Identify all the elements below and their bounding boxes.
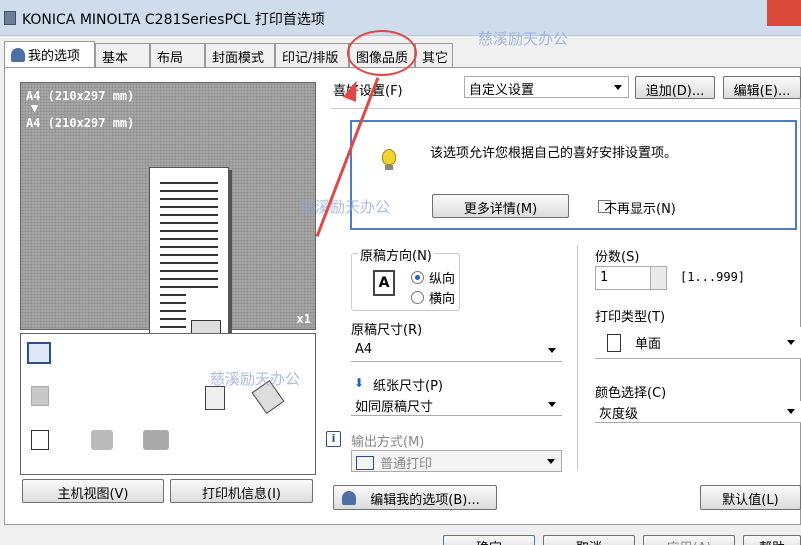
add-button[interactable]: 追加(D)...	[635, 76, 715, 99]
preview-arrow: ▼	[31, 101, 39, 115]
print-type-label: 打印类型(T)	[595, 310, 666, 325]
tab-layout[interactable]: 布局	[150, 43, 205, 68]
printer-device-icon	[27, 342, 51, 364]
user-group-icon	[91, 430, 113, 450]
status-icon-panel	[20, 333, 316, 475]
ok-button[interactable]: 确定	[443, 535, 535, 545]
more-details-button[interactable]: 更多详情(M)	[432, 194, 569, 218]
portrait-radio[interactable]	[411, 271, 424, 284]
print-type-value: 单面	[635, 337, 662, 352]
spin-down-icon[interactable]	[650, 278, 666, 289]
chevron-down-icon	[787, 340, 795, 345]
orientation-label: 原稿方向(N)	[358, 245, 434, 264]
highlight-circle	[347, 30, 417, 76]
copies-spinner[interactable]: 1	[595, 266, 667, 290]
tab-label: 我的选项	[28, 49, 81, 64]
printer-info-button[interactable]: 打印机信息(I)	[170, 479, 313, 503]
user-icon	[11, 48, 25, 62]
printer-app-icon	[4, 11, 16, 25]
edit-my-options-label: 编辑我的选项(B)...	[370, 493, 480, 508]
watermark-text: 慈溪励天办公	[210, 370, 301, 388]
copy-count-indicator: x1	[296, 312, 311, 326]
tab-label: 基本	[102, 51, 129, 66]
spin-up-icon[interactable]	[650, 267, 666, 278]
paper-size-select[interactable]: 如同原稿尺寸	[351, 394, 562, 416]
color-label: 颜色选择(C)	[595, 386, 667, 401]
stapled-document-icon	[205, 386, 225, 410]
tab-cover-mode[interactable]: 封面模式	[205, 43, 275, 68]
preview-output-size: A4 (210x297 mm)	[26, 116, 135, 130]
edit-my-options-button[interactable]: 编辑我的选项(B)...	[333, 485, 497, 510]
favorites-select-value: 自定义设置	[469, 83, 535, 98]
lightbulb-icon	[382, 149, 396, 165]
tab-other[interactable]: 其它	[415, 43, 453, 68]
tab-my-options[interactable]: 我的选项	[4, 41, 95, 68]
paper-size-label: 纸张尺寸(P)	[373, 379, 443, 394]
watermark-text: 慈溪励天办公	[300, 198, 391, 216]
landscape-label: 横向	[429, 292, 456, 307]
original-size-label: 原稿尺寸(R)	[351, 323, 423, 338]
chevron-down-icon	[548, 402, 556, 407]
users-icon	[143, 430, 169, 450]
output-method-label: 输出方式(M)	[351, 435, 425, 450]
copies-range: [1...999]	[680, 270, 746, 284]
paper-size-value: 如同原稿尺寸	[355, 400, 434, 415]
default-button[interactable]: 默认值(L)	[700, 485, 801, 510]
chevron-down-icon	[787, 409, 795, 414]
print-type-select[interactable]: 单面	[595, 327, 801, 359]
window-title: KONICA MINOLTA C281SeriesPCL 打印首选项	[22, 12, 325, 28]
main-view-button[interactable]: 主机视图(V)	[22, 479, 164, 503]
chevron-down-icon	[548, 348, 556, 353]
tab-label: 印记/排版	[282, 51, 339, 66]
original-size-value: A4	[355, 342, 373, 357]
landscape-radio[interactable]	[411, 291, 424, 304]
dont-show-label: 不再显示(N)	[604, 202, 676, 217]
output-method-select[interactable]: 普通打印	[351, 450, 562, 472]
help-button[interactable]: 帮助	[743, 535, 801, 545]
user-icon	[342, 491, 356, 505]
chevron-down-icon	[614, 85, 622, 90]
tab-label: 布局	[157, 51, 184, 66]
tab-label: 其它	[422, 51, 449, 66]
tab-basic[interactable]: 基本	[95, 43, 150, 68]
output-method-value: 普通打印	[380, 457, 433, 472]
copies-value: 1	[600, 270, 609, 285]
close-button[interactable]	[767, 0, 801, 26]
color-value: 灰度级	[599, 407, 639, 422]
page-icon	[31, 430, 49, 450]
title-bar: KONICA MINOLTA C281SeriesPCL 打印首选项	[0, 0, 801, 36]
preview-source-size: A4 (210x297 mm)	[26, 89, 135, 103]
copies-label: 份数(S)	[595, 250, 640, 265]
dialog-button-bar: 确定 取消 应用(A) 帮助	[0, 527, 801, 545]
single-sided-icon	[607, 334, 621, 352]
down-arrow-icon: ⬇	[354, 376, 365, 390]
info-icon: i	[326, 431, 341, 447]
tip-message: 该选项允许您根据自己的喜好安排设置项。	[430, 146, 678, 161]
favorites-select[interactable]: 自定义设置	[464, 76, 629, 98]
tab-stamp-layout[interactable]: 印记/排版	[275, 43, 349, 68]
printer-icon	[356, 456, 374, 470]
chevron-down-icon	[547, 459, 555, 464]
document-stack-icon	[31, 386, 49, 406]
color-select[interactable]: 灰度级	[595, 401, 801, 423]
paper-thumbnail: 1	[149, 167, 229, 355]
original-size-select[interactable]: A4	[351, 340, 562, 362]
edit-button[interactable]: 编辑(E)...	[723, 76, 801, 99]
page-preview: A4 (210x297 mm) ▼ A4 (210x297 mm) 1 x1	[20, 82, 316, 355]
portrait-page-icon: A	[373, 270, 395, 296]
cancel-button[interactable]: 取消	[543, 535, 635, 545]
apply-button[interactable]: 应用(A)	[643, 535, 735, 545]
watermark-text: 慈溪励天办公	[478, 30, 569, 48]
tip-box: 该选项允许您根据自己的喜好安排设置项。 更多详情(M) 不再显示(N)	[350, 120, 797, 230]
portrait-label: 纵向	[429, 272, 456, 287]
tab-label: 封面模式	[212, 51, 265, 66]
